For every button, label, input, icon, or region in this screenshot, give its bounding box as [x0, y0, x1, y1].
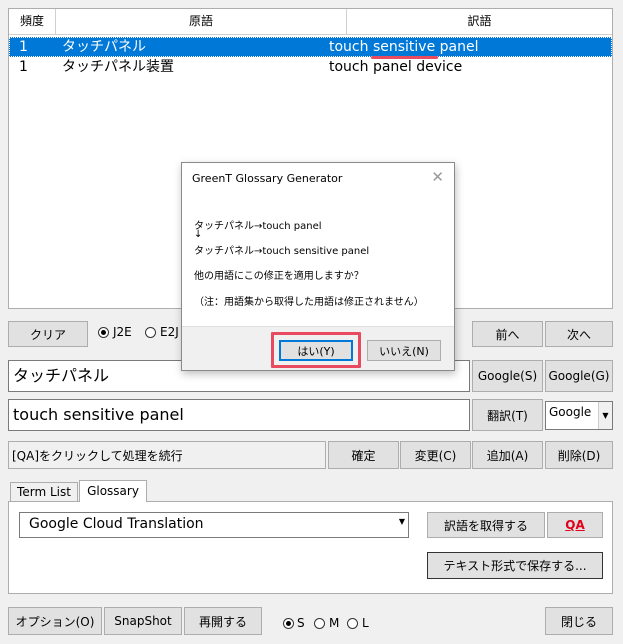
chevron-down-icon[interactable]: ▼ [598, 402, 612, 429]
engine-select[interactable]: Google ▼ [545, 401, 613, 430]
radio-size-s[interactable] [283, 618, 294, 629]
header-source[interactable]: 原語 [56, 9, 347, 35]
arrow-down-icon: ↓ [194, 229, 203, 240]
chevron-down-icon: ▼ [398, 517, 405, 526]
table-row[interactable]: 1 タッチパネル装置 touch panel device [9, 57, 612, 77]
radio-size-m-label: M [329, 616, 340, 630]
cell-frequency: 1 [19, 39, 28, 55]
service-select-value: Google Cloud Translation [29, 516, 204, 532]
cell-target: touch sensitive panel [329, 39, 479, 55]
radio-j2e[interactable] [98, 327, 109, 338]
radio-size-m[interactable] [314, 618, 325, 629]
add-button[interactable]: 追加(A) [472, 441, 543, 469]
resume-button[interactable]: 再開する [184, 607, 262, 635]
service-select[interactable]: Google Cloud Translation ▼ [19, 512, 409, 538]
radio-e2j[interactable] [145, 327, 156, 338]
dialog-note: （注：用語集から取得した用語は修正されません） [194, 297, 424, 308]
highlight-box [271, 332, 361, 368]
clear-button[interactable]: クリア [8, 321, 88, 347]
next-button[interactable]: 次へ [545, 321, 613, 347]
no-button[interactable]: いいえ(N) [367, 340, 441, 361]
google-g-label: Google(G) [548, 369, 610, 383]
change-button[interactable]: 変更(C) [400, 441, 471, 469]
qa-button[interactable]: QA [547, 512, 603, 538]
glossary-panel: Google Cloud Translation ▼ 訳語を取得する QA テキ… [8, 501, 613, 594]
tab-glossary[interactable]: Glossary [79, 480, 147, 502]
dialog-line-1: タッチパネル→touch panel [194, 221, 322, 232]
get-terms-button[interactable]: 訳語を取得する [427, 512, 545, 538]
delete-button[interactable]: 削除(D) [545, 441, 613, 469]
google-s-button[interactable]: Google(S) [472, 360, 543, 392]
options-button[interactable]: オプション(O) [8, 607, 102, 635]
tab-term-list[interactable]: Term List [10, 482, 78, 501]
dialog-title: GreenT Glossary Generator [192, 172, 343, 185]
cell-source: タッチパネル [62, 39, 146, 55]
radio-j2e-label: J2E [113, 325, 132, 339]
prev-button[interactable]: 前へ [472, 321, 543, 347]
status-box: [QA]をクリックして処理を続行 [8, 441, 326, 469]
status-text: [QA]をクリックして処理を続行 [12, 449, 183, 463]
save-text-button[interactable]: テキスト形式で保存する... [427, 552, 603, 579]
cell-source: タッチパネル装置 [62, 59, 174, 75]
radio-size-l[interactable] [347, 618, 358, 629]
dialog-question: 他の用語にこの修正を適用しますか？ [194, 271, 364, 282]
dialog-line-2: タッチパネル→touch sensitive panel [194, 246, 370, 257]
header-target[interactable]: 訳語 [347, 9, 612, 35]
cell-frequency: 1 [19, 59, 28, 75]
cell-target: touch panel device [329, 59, 463, 75]
radio-size-l-label: L [362, 616, 369, 630]
google-s-label: Google(S) [477, 369, 538, 383]
table-row[interactable]: 1 タッチパネル touch sensitive panel [9, 37, 612, 57]
snapshot-button[interactable]: SnapShot [104, 607, 182, 635]
close-button[interactable]: 閉じる [545, 607, 613, 635]
engine-select-value: Google [549, 405, 592, 419]
translate-button[interactable]: 翻訳(T) [472, 399, 543, 431]
close-icon[interactable]: ✕ [431, 168, 444, 186]
header-frequency[interactable]: 頻度 [9, 9, 56, 35]
google-g-button[interactable]: Google(G) [545, 360, 613, 392]
radio-e2j-label: E2J [160, 325, 179, 339]
confirm-button[interactable]: 確定 [328, 441, 399, 469]
target-term-input[interactable]: touch sensitive panel [8, 399, 470, 431]
radio-size-s-label: S [297, 616, 305, 630]
